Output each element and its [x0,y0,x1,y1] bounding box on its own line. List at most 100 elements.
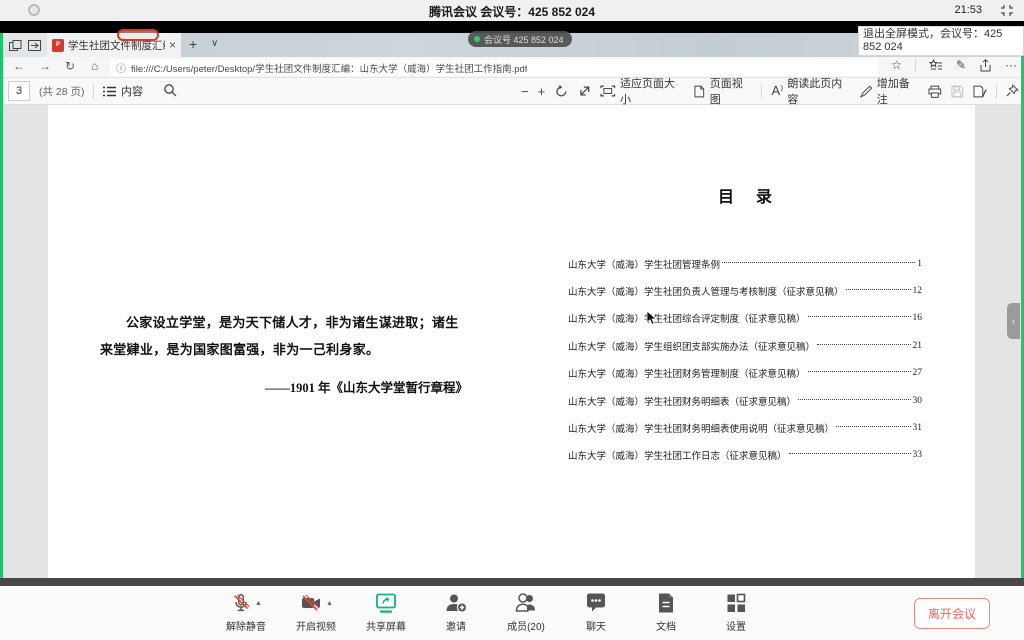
chevron-left-icon: ‹ [1012,316,1015,326]
leave-meeting-button[interactable]: 离开会议 [914,598,990,629]
document-icon [654,591,678,615]
toc-entry[interactable]: 山东大学（威海）学生社团负责人管理与考核制度（征求意见稿）12 [568,277,922,304]
fullscreen-diagonal-icon[interactable] [578,84,592,98]
url-field[interactable]: ⓘ file:///C:/Users/peter/Desktop/学生社团文件制… [110,59,878,76]
meeting-buttons: ▲ 解除静音 ▲ 开启视频 [218,590,764,633]
page-count: (共 28 页) [39,84,85,99]
zoom-in-button[interactable]: + [538,84,546,99]
dot-leader [798,399,910,400]
pdf-viewport[interactable]: 公家设立学堂，是为天下储人才，非为诸生谋进取；诸生来堂肄业，是为国家图富强，非为… [3,105,1021,578]
meeting-id-badge[interactable]: 会议号 425 852 024 [468,31,572,47]
toc-entry[interactable]: 山东大学（威海）学生社团工作日志（征求意见稿）33 [568,442,922,469]
invite-button[interactable]: 邀请 [428,590,484,633]
restore-tabs-icon[interactable] [28,40,41,51]
browser-tab[interactable]: P 学生社团文件制度汇编： × [47,33,181,57]
toc-title: 目 录 [568,183,922,207]
toc-entry[interactable]: 山东大学（威海）学生社团管理条例1 [568,250,922,277]
rotate-icon[interactable] [554,84,569,99]
tab-list-dropdown-icon[interactable]: ∨ [211,38,218,49]
share-screen-button[interactable]: 共享屏幕 [358,590,414,633]
url-text: file:///C:/Users/peter/Desktop/学生社团文件制度汇… [131,61,527,75]
read-aloud-icon: A⁾ [771,83,783,99]
exit-fullscreen-tooltip: 退出全屏模式，会议号：425 852 024 [858,26,1024,56]
contents-button[interactable]: 内容 [103,83,143,99]
set-tabs-aside-icon[interactable] [9,40,22,51]
add-favorite-icon[interactable]: ☆ [891,58,902,72]
mouse-cursor [646,311,658,326]
home-icon[interactable]: ⌂ [91,59,98,73]
toc-entry[interactable]: 山东大学（威海）学生组织团支部实施办法（征求意见稿）21 [568,332,922,359]
favorites-hub-icon[interactable] [929,59,943,72]
dot-leader [836,426,910,427]
meeting-title: 腾讯会议 会议号：425 852 024 [0,3,1024,20]
back-icon[interactable]: ← [13,59,25,73]
video-options-caret-icon[interactable]: ▲ [326,600,333,607]
tabs-aside-buttons[interactable] [3,33,47,57]
address-bar-actions: ☆ ✎ ··· [891,58,1017,72]
microphone-muted-icon [230,591,252,615]
toc-entry[interactable]: 山东大学（威海）学生社团综合评定制度（征求意见稿）16 [568,305,922,332]
pdf-page-spread: 公家设立学堂，是为天下储人才，非为诸生谋进取；诸生来堂肄业，是为国家图富强，非为… [48,105,975,578]
search-icon[interactable] [163,83,177,97]
red-oval-annotation [117,29,159,41]
window-bottom-edge [0,578,1024,586]
site-info-icon[interactable]: ⓘ [116,60,126,75]
dot-leader [722,262,915,263]
fit-page-icon [600,85,616,97]
settings-button[interactable]: 设置 [708,590,764,633]
mic-options-caret-icon[interactable]: ▲ [255,600,262,607]
page-number-input[interactable]: 3 [8,81,30,101]
meeting-toolbar: ▲ 解除静音 ▲ 开启视频 [0,586,1024,640]
quote-text: 公家设立学堂，是为天下储人才，非为诸生谋进取；诸生来堂肄业，是为国家图富强，非为… [100,309,468,363]
read-aloud-button[interactable]: A⁾ 朗读此页内容 [771,75,851,107]
live-dot-icon [474,36,480,42]
start-video-button[interactable]: ▲ 开启视频 [288,590,344,633]
page-view-button[interactable]: 页面视图 [693,75,752,107]
fit-page-button[interactable]: 适应页面大小 [600,75,684,107]
close-tab-icon[interactable]: × [169,38,176,52]
dot-leader [808,371,911,372]
pdf-toolbar-right: − + 适应页面大小 页面 [521,78,1019,104]
clock: 21:53 [954,4,982,16]
collapse-panel-handle[interactable]: ‹ [1007,303,1020,339]
new-tab-button[interactable]: + [189,36,197,52]
page-view-icon [693,85,706,98]
invite-person-icon [444,591,468,615]
quote-attribution: ——1901 年《山东大学堂暂行章程》 [100,377,468,396]
contents-list-icon [103,86,116,97]
dot-leader [808,316,911,317]
divider [93,84,94,98]
docs-button[interactable]: 文档 [638,590,694,633]
settings-grid-icon [724,591,748,615]
forward-icon[interactable]: → [39,59,51,73]
toc-entry[interactable]: 山东大学（威海）学生社团财务明细表使用说明（征求意见稿）31 [568,414,922,441]
members-icon [514,591,538,615]
add-note-pen-icon [860,85,873,98]
screen: 腾讯会议 会议号：425 852 024 21:53 P 学生社团文件制度汇编：… [0,0,1024,640]
dot-leader [846,289,911,290]
divider [996,84,997,98]
add-note-button[interactable]: 增加备注 [860,75,919,107]
table-of-contents: 目 录 山东大学（威海）学生社团管理条例1 山东大学（威海）学生社团负责人管理与… [568,105,922,578]
annotate-pen-icon[interactable]: ✎ [956,58,966,72]
print-icon[interactable] [928,85,942,98]
dot-leader [817,344,910,345]
members-button[interactable]: 成员(20) [498,590,554,633]
more-menu-icon[interactable]: ··· [1005,58,1017,72]
save-as-icon[interactable] [973,85,988,98]
save-icon[interactable] [951,85,964,98]
chat-bubble-icon [584,591,608,615]
camera-off-icon [299,591,323,615]
zoom-out-button[interactable]: − [521,84,529,99]
pin-toolbar-icon[interactable] [1006,84,1019,98]
toc-entry[interactable]: 山东大学（威海）学生社团财务明细表（征求意见稿）30 [568,387,922,414]
unmute-button[interactable]: ▲ 解除静音 [218,590,274,633]
pdf-file-icon: P [52,39,64,52]
exit-fullscreen-icon[interactable] [1000,4,1014,17]
share-border-left [0,33,3,578]
divider [761,84,762,98]
toc-entry[interactable]: 山东大学（威海）学生社团财务管理制度（征求意见稿）27 [568,360,922,387]
refresh-icon[interactable]: ↻ [65,59,75,73]
share-page-icon[interactable] [979,59,992,72]
chat-button[interactable]: 聊天 [568,590,624,633]
